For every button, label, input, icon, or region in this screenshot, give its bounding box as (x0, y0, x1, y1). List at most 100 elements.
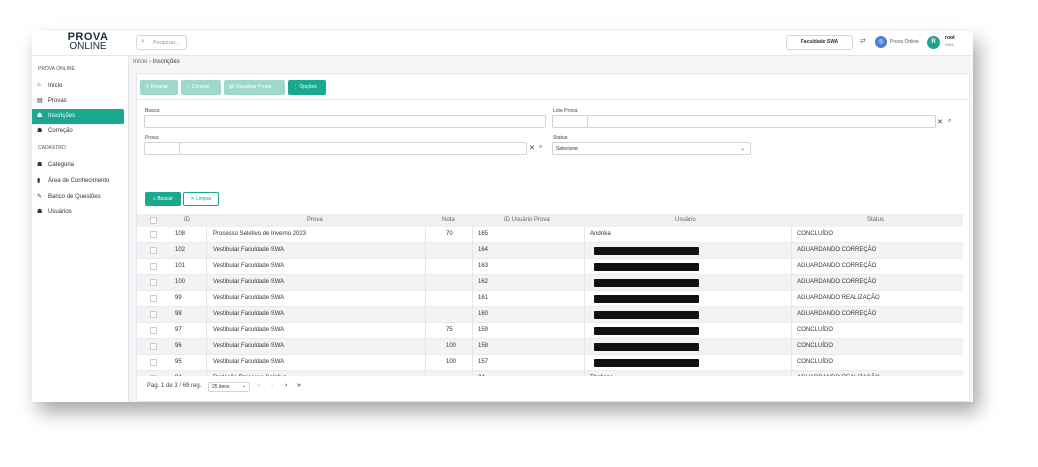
cell-prova: Vestibular Faculdade SWA (213, 327, 285, 333)
col-header-prova[interactable]: Prova (307, 214, 323, 227)
prova-clear-icon[interactable]: ✕ (529, 144, 535, 152)
prova-online-label[interactable]: Prova Online (890, 39, 919, 45)
busca-input[interactable] (144, 115, 546, 128)
table-row[interactable]: 101 Vestibular Faculdade SWA 163 AGUARDANDO… (137, 259, 963, 275)
sidebar-item-correcao[interactable]: ☗ Correção (32, 124, 124, 139)
sidebar-item-inicio[interactable]: ⌂ Início (32, 79, 124, 94)
user-name[interactable]: root (945, 35, 955, 41)
sidebar-item-provas[interactable]: ▤ Provas (32, 94, 124, 109)
row-checkbox[interactable] (150, 263, 157, 270)
table-row[interactable]: 97 Vestibular Faculdade SWA 75 159 CONCLUÍDO (137, 323, 963, 339)
breadcrumb-home[interactable]: Início (133, 59, 147, 65)
cell-id-usuario-prova: 159 (478, 327, 489, 333)
col-header-id-usuario-prova[interactable]: ID Usuário Prova (504, 214, 550, 227)
user-icon: ☗ (37, 209, 43, 215)
table-row[interactable]: 94 Redação Processo Seletivo 24 Thatiane AGU… (137, 371, 963, 376)
lote-search-icon[interactable]: ⌕ (948, 118, 951, 125)
cell-prova: Redação Processo Seletivo (213, 371, 287, 376)
cell-id: 100 (175, 279, 186, 285)
col-header-id[interactable]: ID (184, 214, 190, 227)
prev-page-icon[interactable]: ‹ (271, 382, 273, 389)
sidebar-item-usuarios[interactable]: ☗ Usuários (32, 205, 124, 220)
avatar[interactable]: R (927, 36, 940, 49)
search-placeholder: Pesquisar... (153, 40, 180, 46)
concluir-button[interactable]: ✓ Concluir (181, 80, 221, 95)
prova-search-icon[interactable]: ⌕ (539, 144, 542, 151)
action-toolbar: ↺ Resetar ✓ Concluir ▤ Visualizar Prova … (137, 74, 969, 100)
row-checkbox[interactable] (150, 359, 157, 366)
status-select[interactable]: Selecione ⌄ (552, 142, 751, 155)
sidebar-item-banco-questoes[interactable]: ✎ Banco de Questões (32, 190, 124, 205)
next-page-icon[interactable]: › (285, 382, 287, 389)
row-checkbox[interactable] (150, 327, 157, 334)
app-window: PROVA ONLINE ⌕ Pesquisar... Faculdade SW… (32, 31, 973, 402)
table-row[interactable]: 102 Vestibular Faculdade SWA 164 AGUARDANDO… (137, 243, 963, 259)
last-page-icon[interactable]: » (297, 382, 301, 389)
status-label: Status: (553, 135, 569, 141)
row-checkbox[interactable] (150, 311, 157, 318)
cell-id: 99 (175, 295, 182, 301)
cell-status: AGUARDANDO CORREÇÃO (797, 263, 877, 269)
home-icon: ⌂ (37, 82, 41, 88)
select-all-checkbox[interactable] (150, 217, 157, 224)
table-row[interactable]: 100 Vestibular Faculdade SWA 162 AGUARDANDO… (137, 275, 963, 291)
row-checkbox[interactable] (150, 295, 157, 302)
prova-online-icon[interactable]: ◎ (875, 36, 887, 48)
first-page-icon[interactable]: « (257, 382, 261, 389)
sidebar-item-inscricoes[interactable]: ☗ Inscrições (32, 109, 124, 124)
redacted-user-name (594, 263, 699, 271)
cell-id-usuario-prova: 165 (478, 231, 489, 237)
cell-id-usuario-prova: 162 (478, 279, 489, 285)
table-row[interactable]: 95 Vestibular Faculdade SWA 100 157 CONCLUÍD… (137, 355, 963, 371)
cell-id: 108 (175, 231, 186, 237)
redacted-user-name (594, 327, 699, 335)
cell-id: 94 (175, 371, 182, 376)
row-checkbox[interactable] (150, 231, 157, 238)
search-input[interactable]: ⌕ Pesquisar... (136, 35, 187, 50)
sidebar-item-categoria[interactable]: ☗ Categoria (32, 158, 124, 173)
opcoes-label: Opções (299, 84, 317, 90)
row-checkbox[interactable] (150, 247, 157, 254)
page-size-select[interactable]: 25 itens ⌄ (208, 382, 250, 392)
col-header-status[interactable]: Status (867, 214, 884, 227)
cell-id-usuario-prova: 164 (478, 247, 489, 253)
cell-prova: Vestibular Faculdade SWA (213, 295, 285, 301)
row-checkbox[interactable] (150, 375, 157, 376)
opcoes-button[interactable]: ⋮ Opções (288, 80, 326, 95)
breadcrumb-current: Inscrições (152, 59, 180, 65)
lote-prova-id-input[interactable] (552, 115, 588, 128)
buscar-button[interactable]: ⌕ Buscar (145, 192, 181, 206)
table-row[interactable]: 99 Vestibular Faculdade SWA 161 AGUARDANDO … (137, 291, 963, 307)
table-row[interactable]: 98 Vestibular Faculdade SWA 160 AGUARDANDO … (137, 307, 963, 323)
institution-selector[interactable]: Faculdade SWA (786, 35, 853, 50)
lote-prova-label: Lote Prova: (553, 108, 579, 114)
table-row[interactable]: 96 Vestibular Faculdade SWA 100 158 CONCLUÍD… (137, 339, 963, 355)
redacted-user-name (594, 359, 699, 367)
col-header-usuario[interactable]: Usuário (675, 214, 696, 227)
visualizar-prova-button[interactable]: ▤ Visualizar Prova (224, 80, 285, 95)
user-check-icon: ☗ (37, 128, 43, 134)
cell-prova: Vestibular Faculdade SWA (213, 359, 285, 365)
document-icon: ▤ (37, 98, 43, 104)
table-row[interactable]: 108 Processo Seletivo de Inverno 2023 70 16… (137, 227, 963, 243)
col-header-nota[interactable]: Nota (442, 214, 455, 227)
inscricoes-table: ID Prova Nota ID Usuário Prova Usuário S… (137, 214, 963, 376)
redacted-user-name (594, 279, 699, 287)
logo[interactable]: PROVA ONLINE (58, 32, 118, 52)
sidebar-item-label: Início (48, 83, 63, 89)
row-checkbox[interactable] (150, 343, 157, 350)
limpar-button[interactable]: ✕ Limpar (183, 192, 219, 206)
sidebar-item-area-conhecimento[interactable]: ▮ Área de Conhecimento (32, 174, 124, 189)
chevron-down-icon: ⌄ (739, 146, 745, 152)
lote-prova-name-input[interactable] (587, 115, 936, 128)
buscar-label: Buscar (157, 196, 173, 202)
prova-id-input[interactable] (144, 142, 180, 155)
prova-name-input[interactable] (179, 142, 527, 155)
lote-clear-icon[interactable]: ✕ (937, 118, 943, 126)
column-divider (791, 227, 792, 376)
cell-id-usuario-prova: 158 (478, 343, 489, 349)
column-divider (425, 227, 426, 376)
swap-icon[interactable]: ⇄ (860, 37, 866, 45)
row-checkbox[interactable] (150, 279, 157, 286)
resetar-button[interactable]: ↺ Resetar (140, 80, 178, 95)
